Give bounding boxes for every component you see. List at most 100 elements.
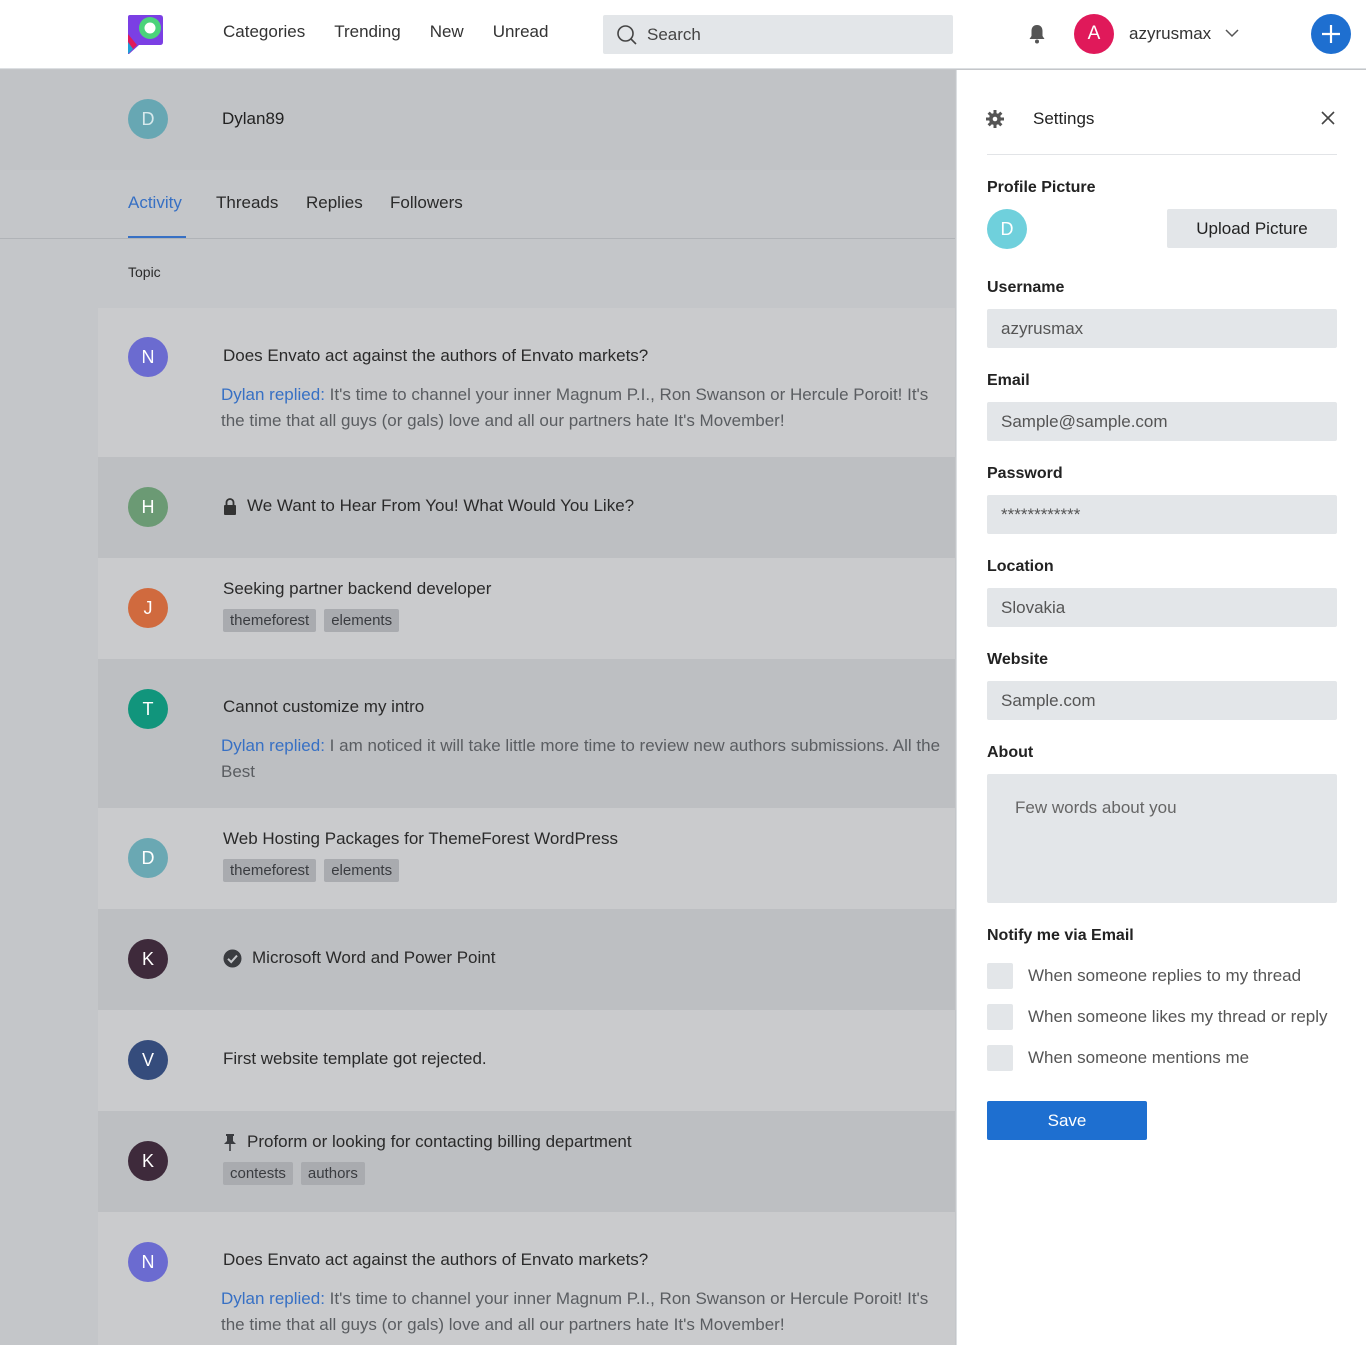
email-field[interactable] bbox=[987, 402, 1337, 441]
thread-title[interactable]: Cannot customize my intro bbox=[223, 697, 424, 717]
tab-replies[interactable]: Replies bbox=[306, 193, 363, 213]
notify-label: Notify me via Email bbox=[987, 927, 1134, 944]
thread-row[interactable]: J Seeking partner backend developer them… bbox=[98, 558, 955, 659]
notify-replies-checkbox[interactable] bbox=[987, 963, 1013, 989]
top-header: Categories Trending New Unread A azyrusm… bbox=[0, 0, 1366, 69]
profile-name: Dylan89 bbox=[222, 109, 285, 128]
tag[interactable]: contests bbox=[223, 1162, 293, 1185]
thread-avatar: J bbox=[128, 588, 168, 628]
notify-mentions-checkbox[interactable] bbox=[987, 1045, 1013, 1071]
thread-title-text: Web Hosting Packages for ThemeForest Wor… bbox=[223, 829, 618, 848]
bell-icon[interactable] bbox=[1027, 23, 1047, 45]
main-nav: Categories Trending New Unread bbox=[223, 22, 577, 42]
profile-main: D Dylan89 Activity Threads Replies Follo… bbox=[0, 70, 955, 1345]
thread-avatar: V bbox=[128, 1040, 168, 1080]
thread-avatar: T bbox=[128, 689, 168, 729]
reply-text: I am noticed it will take little more ti… bbox=[221, 736, 941, 781]
notify-option-label: When someone likes my thread or reply bbox=[1028, 1007, 1328, 1026]
thread-title-text: Cannot customize my intro bbox=[223, 697, 425, 716]
notify-option-likes[interactable]: When someone likes my thread or reply bbox=[987, 1004, 1328, 1030]
notify-option-replies[interactable]: When someone replies to my thread bbox=[987, 963, 1301, 989]
thread-title[interactable]: First website template got rejected. bbox=[223, 1049, 487, 1069]
thread-title-text: Proform or looking for contacting billin… bbox=[247, 1132, 632, 1151]
thread-title-text: Seeking partner backend developer bbox=[223, 579, 492, 598]
thread-title[interactable]: Microsoft Word and Power Point bbox=[223, 948, 495, 968]
thread-row[interactable]: D Web Hosting Packages for ThemeForest W… bbox=[98, 808, 955, 909]
reply-author[interactable]: Dylan replied: bbox=[221, 1289, 325, 1308]
tab-activity[interactable]: Activity bbox=[128, 193, 182, 213]
thread-row[interactable]: H We Want to Hear From You! What Would Y… bbox=[98, 457, 955, 558]
tag[interactable]: elements bbox=[324, 609, 400, 632]
notify-option-mentions[interactable]: When someone mentions me bbox=[987, 1045, 1249, 1071]
reply-author[interactable]: Dylan replied: bbox=[221, 385, 325, 404]
thread-title[interactable]: Seeking partner backend developer bbox=[223, 579, 491, 599]
about-label: About bbox=[987, 744, 1034, 761]
location-field[interactable] bbox=[987, 588, 1337, 627]
thread-title[interactable]: Web Hosting Packages for ThemeForest Wor… bbox=[223, 829, 618, 849]
location-label: Location bbox=[987, 558, 1054, 575]
thread-title-text: Does Envato act against the authors of E… bbox=[223, 1250, 649, 1269]
email-label: Email bbox=[987, 372, 1030, 389]
tag[interactable]: themeforest bbox=[223, 859, 317, 882]
thread-reply: Dylan replied: It's time to channel your… bbox=[221, 382, 946, 434]
save-button[interactable]: Save bbox=[987, 1101, 1147, 1140]
thread-title-text: Microsoft Word and Power Point bbox=[252, 948, 496, 967]
nav-trending[interactable]: Trending bbox=[334, 22, 400, 42]
profile-picture-avatar: D bbox=[987, 209, 1027, 249]
thread-tags: themeforest elements bbox=[223, 609, 400, 632]
header-username[interactable]: azyrusmax bbox=[1129, 24, 1211, 44]
thread-row[interactable]: N Does Envato act against the authors of… bbox=[98, 308, 955, 457]
chevron-down-icon[interactable] bbox=[1224, 27, 1240, 39]
thread-avatar: N bbox=[128, 337, 168, 377]
about-textarea[interactable] bbox=[987, 774, 1337, 903]
thread-row[interactable]: V First website template got rejected. bbox=[98, 1010, 955, 1111]
thread-title[interactable]: Proform or looking for contacting billin… bbox=[223, 1132, 632, 1152]
nav-categories[interactable]: Categories bbox=[223, 22, 305, 42]
tab-threads[interactable]: Threads bbox=[216, 193, 278, 213]
thread-title[interactable]: We Want to Hear From You! What Would You… bbox=[223, 496, 634, 516]
new-thread-button[interactable] bbox=[1311, 14, 1351, 54]
thread-row[interactable]: K Proform or looking for contacting bill… bbox=[98, 1111, 955, 1212]
search-input[interactable] bbox=[647, 24, 937, 45]
search-box bbox=[603, 15, 953, 54]
thread-avatar: H bbox=[128, 487, 168, 527]
tag[interactable]: elements bbox=[324, 859, 400, 882]
profile-header: D Dylan89 bbox=[0, 70, 955, 170]
pin-icon bbox=[224, 1133, 236, 1151]
tab-followers[interactable]: Followers bbox=[390, 193, 463, 213]
thread-title-text: Does Envato act against the authors of E… bbox=[223, 346, 649, 365]
settings-divider bbox=[987, 154, 1337, 155]
password-field[interactable] bbox=[987, 495, 1337, 534]
password-label: Password bbox=[987, 465, 1063, 482]
lock-icon bbox=[224, 497, 236, 515]
nav-new[interactable]: New bbox=[430, 22, 464, 42]
username-field[interactable] bbox=[987, 309, 1337, 348]
tag[interactable]: themeforest bbox=[223, 609, 317, 632]
website-field[interactable] bbox=[987, 681, 1337, 720]
thread-tags: themeforest elements bbox=[223, 859, 400, 882]
plus-icon bbox=[1322, 25, 1340, 43]
close-icon[interactable] bbox=[1321, 111, 1335, 125]
thread-row[interactable]: T Cannot customize my intro Dylan replie… bbox=[98, 659, 955, 808]
user-avatar[interactable]: A bbox=[1074, 14, 1114, 54]
reply-author[interactable]: Dylan replied: bbox=[221, 736, 325, 755]
notify-option-label: When someone replies to my thread bbox=[1028, 966, 1302, 985]
thread-title-text: First website template got rejected. bbox=[223, 1049, 487, 1068]
thread-title[interactable]: Does Envato act against the authors of E… bbox=[223, 1250, 648, 1270]
settings-title: Settings bbox=[1033, 109, 1095, 128]
thread-list: N Does Envato act against the authors of… bbox=[98, 308, 955, 1345]
upload-picture-button[interactable]: Upload Picture bbox=[1167, 209, 1337, 248]
thread-row[interactable]: K Microsoft Word and Power Point bbox=[98, 909, 955, 1010]
notify-likes-checkbox[interactable] bbox=[987, 1004, 1013, 1030]
thread-avatar: N bbox=[128, 1242, 168, 1282]
profile-avatar: D bbox=[128, 99, 168, 139]
thread-row[interactable]: N Does Envato act against the authors of… bbox=[98, 1212, 955, 1345]
tag[interactable]: authors bbox=[300, 1162, 365, 1185]
logo-icon[interactable] bbox=[127, 14, 165, 54]
nav-unread[interactable]: Unread bbox=[493, 22, 549, 42]
gear-icon bbox=[986, 110, 1004, 128]
topic-column-header: Topic bbox=[128, 264, 161, 280]
thread-title[interactable]: Does Envato act against the authors of E… bbox=[223, 346, 648, 366]
notify-option-label: When someone mentions me bbox=[1028, 1048, 1250, 1067]
search-icon bbox=[617, 24, 637, 45]
